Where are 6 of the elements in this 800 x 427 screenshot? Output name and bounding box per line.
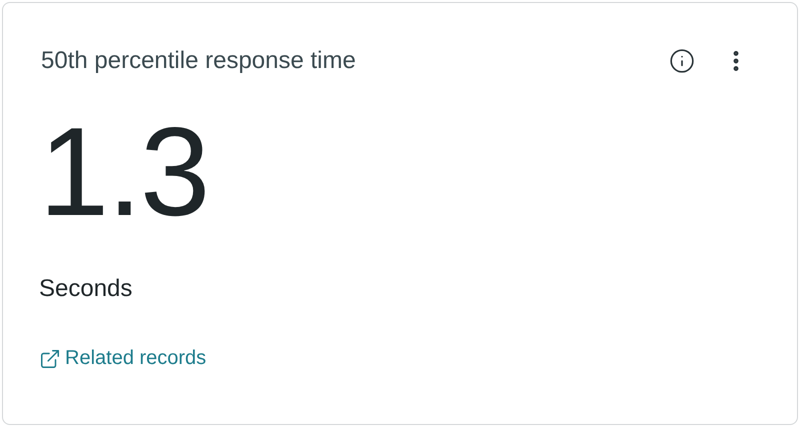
info-icon[interactable]	[669, 48, 695, 74]
external-link-icon	[39, 348, 61, 370]
metric-value: 1.3	[39, 109, 208, 235]
related-records-link[interactable]: Related records	[39, 347, 206, 370]
card-title: 50th percentile response time	[41, 47, 356, 75]
metric-unit: Seconds	[39, 275, 132, 303]
